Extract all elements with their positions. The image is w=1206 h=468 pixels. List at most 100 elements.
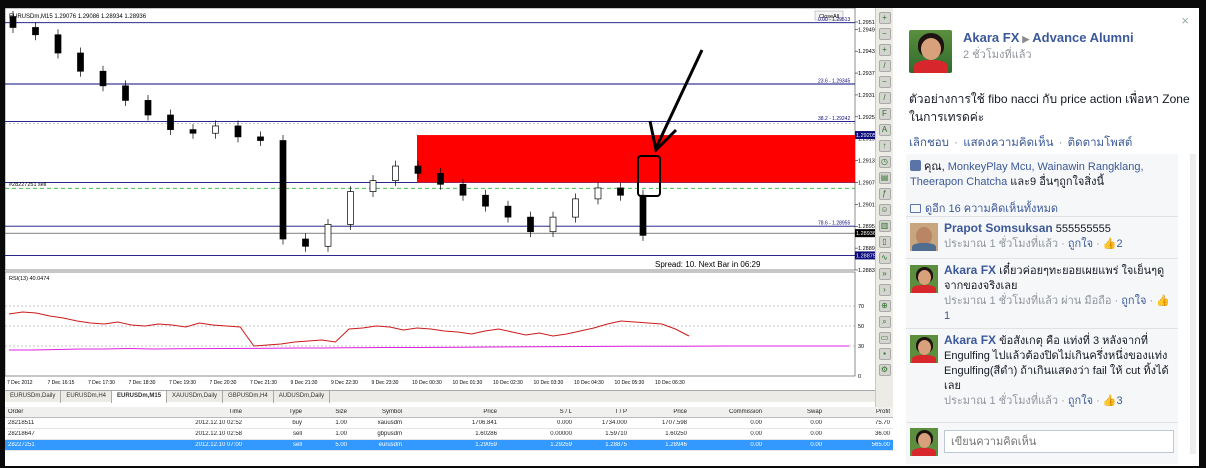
print-icon[interactable]: ▭ [878, 332, 891, 344]
order-cell: 1.28946 [665, 442, 687, 448]
comment-input[interactable] [944, 430, 1174, 453]
comment-like-link[interactable]: ถูกใจ [1121, 295, 1146, 307]
order-cell: 565.00 [871, 442, 890, 448]
author-name[interactable]: Akara FX [963, 30, 1019, 45]
col-price[interactable]: Price [405, 409, 500, 415]
order-row[interactable]: 28218511 2012.12.10 02:52 buy 1.00 xauusdm 17… [5, 418, 893, 429]
period-icon[interactable]: ◷ [878, 156, 891, 168]
comment-like-count[interactable]: 2 [1117, 238, 1123, 250]
zoom-icon[interactable]: ⊕ [878, 300, 891, 312]
commenter-name[interactable]: Prapot Somsuksan [944, 221, 1053, 235]
template-icon[interactable]: ▤ [878, 172, 891, 184]
candle-body [212, 125, 219, 134]
comment-like-count[interactable]: 3 [1117, 395, 1123, 407]
price-chart[interactable]: EURUSDm,M15 1.29076 1.29086 1.28934 1.28… [5, 8, 893, 408]
comment-time[interactable]: ประมาณ 1 ชั่วโมงที่แล้ว ผ่าน มือถือ [944, 295, 1111, 307]
col-time[interactable]: Time [125, 409, 245, 415]
col-commission[interactable]: Commission [690, 409, 765, 415]
order-cell: 1.00 [335, 420, 347, 426]
trendline-icon[interactable]: / [878, 92, 891, 104]
post-time[interactable]: 2 ชั่วโมงที่แล้ว [963, 45, 1032, 63]
like-count-icon[interactable]: 👍 [1103, 395, 1117, 407]
order-cell: 28227251 [8, 442, 35, 448]
orders-table: Order Time Type Size Symbol Price S / L … [5, 407, 893, 465]
crosshair-icon[interactable]: + [878, 44, 891, 56]
order-cell: xauusdm [377, 420, 402, 426]
candle-chart-icon[interactable]: ▯ [878, 236, 891, 248]
hline-tool-icon[interactable]: − [878, 76, 891, 88]
col-type[interactable]: Type [245, 409, 305, 415]
commenter-avatar[interactable] [910, 265, 938, 293]
candle-body [32, 27, 39, 36]
autoscroll-icon[interactable]: » [878, 268, 891, 280]
candle-body [527, 216, 534, 233]
zoom-out-icon[interactable]: − [878, 28, 891, 40]
candle-body [594, 187, 602, 200]
tab-eurusd-h4[interactable]: EURUSDm,H4 [61, 391, 113, 403]
indicator-icon[interactable]: ƒ [878, 188, 891, 200]
follow-link[interactable]: ติดตามโพสต์ [1068, 137, 1133, 149]
comment-time[interactable]: ประมาณ 1 ชั่วโมงที่แล้ว [944, 238, 1058, 250]
author-avatar[interactable] [909, 30, 952, 73]
resistance-zone [417, 135, 855, 183]
like-count-icon[interactable]: 👍 [1156, 295, 1170, 307]
group-name[interactable]: Advance Alumni [1032, 30, 1133, 45]
save-icon[interactable]: ▪ [878, 348, 891, 360]
commenter-avatar[interactable] [910, 335, 938, 363]
tab-eurusd-daily[interactable]: EURUSDm,Daily [5, 391, 62, 403]
candle-body [167, 114, 174, 130]
unlike-link[interactable]: เลิกชอบ [909, 137, 949, 149]
comment-like-link[interactable]: ถูกใจ [1068, 395, 1093, 407]
time-tick-label: 10 Dec 06:30 [655, 380, 685, 386]
shift-icon[interactable]: › [878, 284, 891, 296]
order-cell: 1.28875 [605, 442, 627, 448]
comment-item: Akara FX เดี๋ยวค่อยๆทะยอยเผยแพร่ ใจเย็นๆ… [906, 258, 1178, 328]
settings-icon[interactable]: ⚙ [878, 364, 891, 376]
search-icon[interactable]: ⌕ [878, 316, 891, 328]
order-cell: 5.00 [335, 442, 347, 448]
fibo-tool-icon[interactable]: F [878, 108, 891, 120]
text-tool-icon[interactable]: A [878, 124, 891, 136]
comment-time[interactable]: ประมาณ 1 ชั่วโมงที่แล้ว [944, 395, 1058, 407]
bar-chart-icon[interactable]: ▥ [878, 220, 891, 232]
line-tool-icon[interactable]: / [878, 60, 891, 72]
comment-like-count[interactable]: 1 [944, 310, 950, 322]
tab-gbpusd-h4[interactable]: GBPUSDm,H4 [223, 391, 274, 403]
col-order[interactable]: Order [5, 409, 125, 415]
col-sl[interactable]: S / L [500, 409, 575, 415]
comment-like-link[interactable]: ถูกใจ [1068, 238, 1093, 250]
order-row[interactable]: 28218647 2012.12.10 02:58 sell 1.00 gbpusdm 1… [5, 429, 893, 440]
commenter-name[interactable]: Akara FX [944, 263, 996, 277]
comment-body: Akara FX ข้อสังเกตุ คือ แท่งที่ 3 หลังจา… [944, 333, 1174, 409]
separator-dot: · [950, 137, 962, 149]
tab-audusd-daily[interactable]: AUDUSDm,Daily [274, 391, 331, 403]
scrollbar[interactable] [1190, 154, 1196, 454]
rsi-tick-label: 0 [858, 374, 861, 380]
col-size[interactable]: Size [305, 409, 350, 415]
col-swap[interactable]: Swap [765, 409, 825, 415]
viewer-avatar [910, 428, 938, 456]
col-symbol[interactable]: Symbol [350, 409, 405, 415]
order-cell: 28218511 [8, 420, 35, 426]
commenter-avatar[interactable] [910, 223, 938, 251]
likes-suffix[interactable]: และ9 อื่นๆถูกใจสิ่งนี้ [1007, 176, 1104, 188]
col-cur-price[interactable]: Price [630, 409, 690, 415]
line-chart-icon[interactable]: ∿ [878, 252, 891, 264]
col-profit[interactable]: Profit [825, 409, 893, 415]
fibo-label: 38.2 - 1.29242 [818, 116, 850, 122]
arrow-tool-icon[interactable]: ↑ [878, 140, 891, 152]
zoom-in-icon[interactable]: + [878, 12, 891, 24]
view-more-comments[interactable]: ดูอีก 16 ความคิดเห็นทั้งหมด [910, 199, 1058, 217]
comment-body: Prapot Somsuksan 555555555 ประมาณ 1 ชั่วโ… [944, 221, 1174, 252]
like-count-icon[interactable]: 👍 [1103, 238, 1117, 250]
expert-icon[interactable]: ☺ [878, 204, 891, 216]
comment-link[interactable]: แสดงความคิดเห็น [963, 137, 1053, 149]
comment-item: Akara FX ข้อสังเกตุ คือ แท่งที่ 3 หลังจา… [906, 328, 1178, 418]
candle-body [189, 129, 197, 134]
col-tp[interactable]: T / P [575, 409, 630, 415]
tab-xauusd-daily[interactable]: XAUUSDm,Daily [167, 391, 224, 403]
tab-eurusd-m15[interactable]: EURUSDm,M15 [112, 391, 168, 403]
commenter-name[interactable]: Akara FX [944, 333, 996, 347]
order-row[interactable]: 28227251 2012.12.10 07:00 sell 5.00 eurusdm 1… [5, 440, 893, 451]
close-icon[interactable]: × [1181, 13, 1189, 28]
